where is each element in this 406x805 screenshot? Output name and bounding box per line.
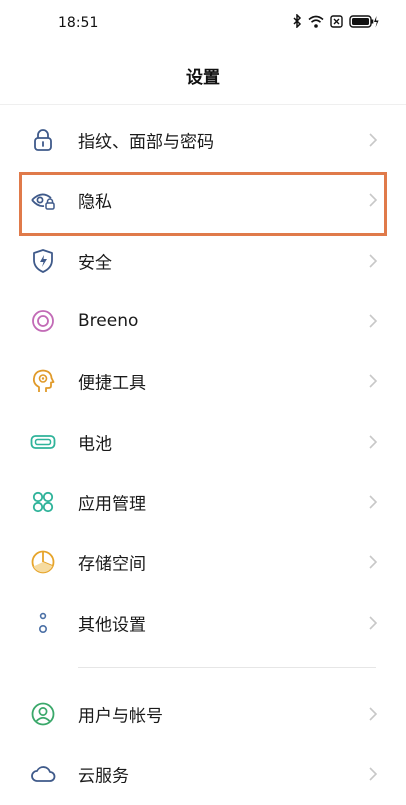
chevron-right-icon [369,254,378,268]
settings-item-other[interactable]: 其他设置 [0,592,406,652]
settings-item-label: 应用管理 [78,494,146,515]
chevron-right-icon [369,555,378,569]
settings-item-storage[interactable]: 存储空间 [0,532,406,592]
chevron-right-icon [369,314,378,328]
settings-item-label: 用户与帐号 [78,706,163,727]
storage-pie-icon [30,549,56,575]
chevron-right-icon [369,193,378,208]
chevron-right-icon [369,707,378,721]
apps-grid-icon [30,489,56,515]
settings-item-label: 安全 [78,253,112,274]
settings-item-label: 隐私 [78,192,112,213]
settings-item-label: 指纹、面部与密码 [78,132,214,153]
status-icons [293,14,379,28]
settings-item-shortcuts[interactable]: 便捷工具 [0,351,406,411]
settings-item-cloud[interactable]: 云服务 [0,744,406,804]
settings-list: 指纹、面部与密码 隐私 安全 Breeno 便捷工具 电池 应用管理 存储空间 … [0,110,406,653]
cloud-icon [30,761,56,787]
settings-item-battery[interactable]: 电池 [0,411,406,471]
chevron-right-icon [369,133,378,147]
chevron-right-icon [369,767,378,782]
settings-item-label: 电池 [78,434,112,455]
other-settings-icon [30,610,56,636]
settings-item-breeno[interactable]: Breeno [0,291,406,351]
battery-charging-icon [349,14,379,28]
settings-item-label: 便捷工具 [78,373,146,394]
chevron-right-icon [369,374,378,388]
settings-item-label: 其他设置 [78,615,146,636]
settings-item-label: 云服务 [78,766,129,787]
chevron-right-icon [369,615,378,630]
assistant-head-icon [30,368,56,394]
lock-icon [30,127,56,153]
settings-item-security[interactable]: 安全 [0,231,406,291]
title-divider [0,104,406,105]
sim-off-icon [330,14,343,28]
settings-item-account[interactable]: 用户与帐号 [0,684,406,744]
breeno-ring-icon [30,308,56,334]
user-account-icon [30,701,56,727]
chevron-right-icon [369,435,378,449]
status-bar: 18:51 [0,0,406,48]
bluetooth-icon [293,14,302,28]
page-title: 设置 [186,68,220,88]
settings-list-accounts: 用户与帐号 云服务 [0,684,406,805]
settings-item-apps[interactable]: 应用管理 [0,472,406,532]
shield-bolt-icon [30,248,56,274]
battery-icon [30,429,56,455]
settings-item-fingerprint[interactable]: 指纹、面部与密码 [0,110,406,170]
privacy-eye-lock-icon [30,187,56,213]
settings-item-label: 存储空间 [78,554,146,575]
group-divider [78,667,376,668]
chevron-right-icon [369,495,378,509]
settings-item-label: Breeno [78,311,139,332]
status-time: 18:51 [58,15,99,31]
wifi-icon [308,15,324,28]
settings-item-privacy[interactable]: 隐私 [0,170,406,230]
